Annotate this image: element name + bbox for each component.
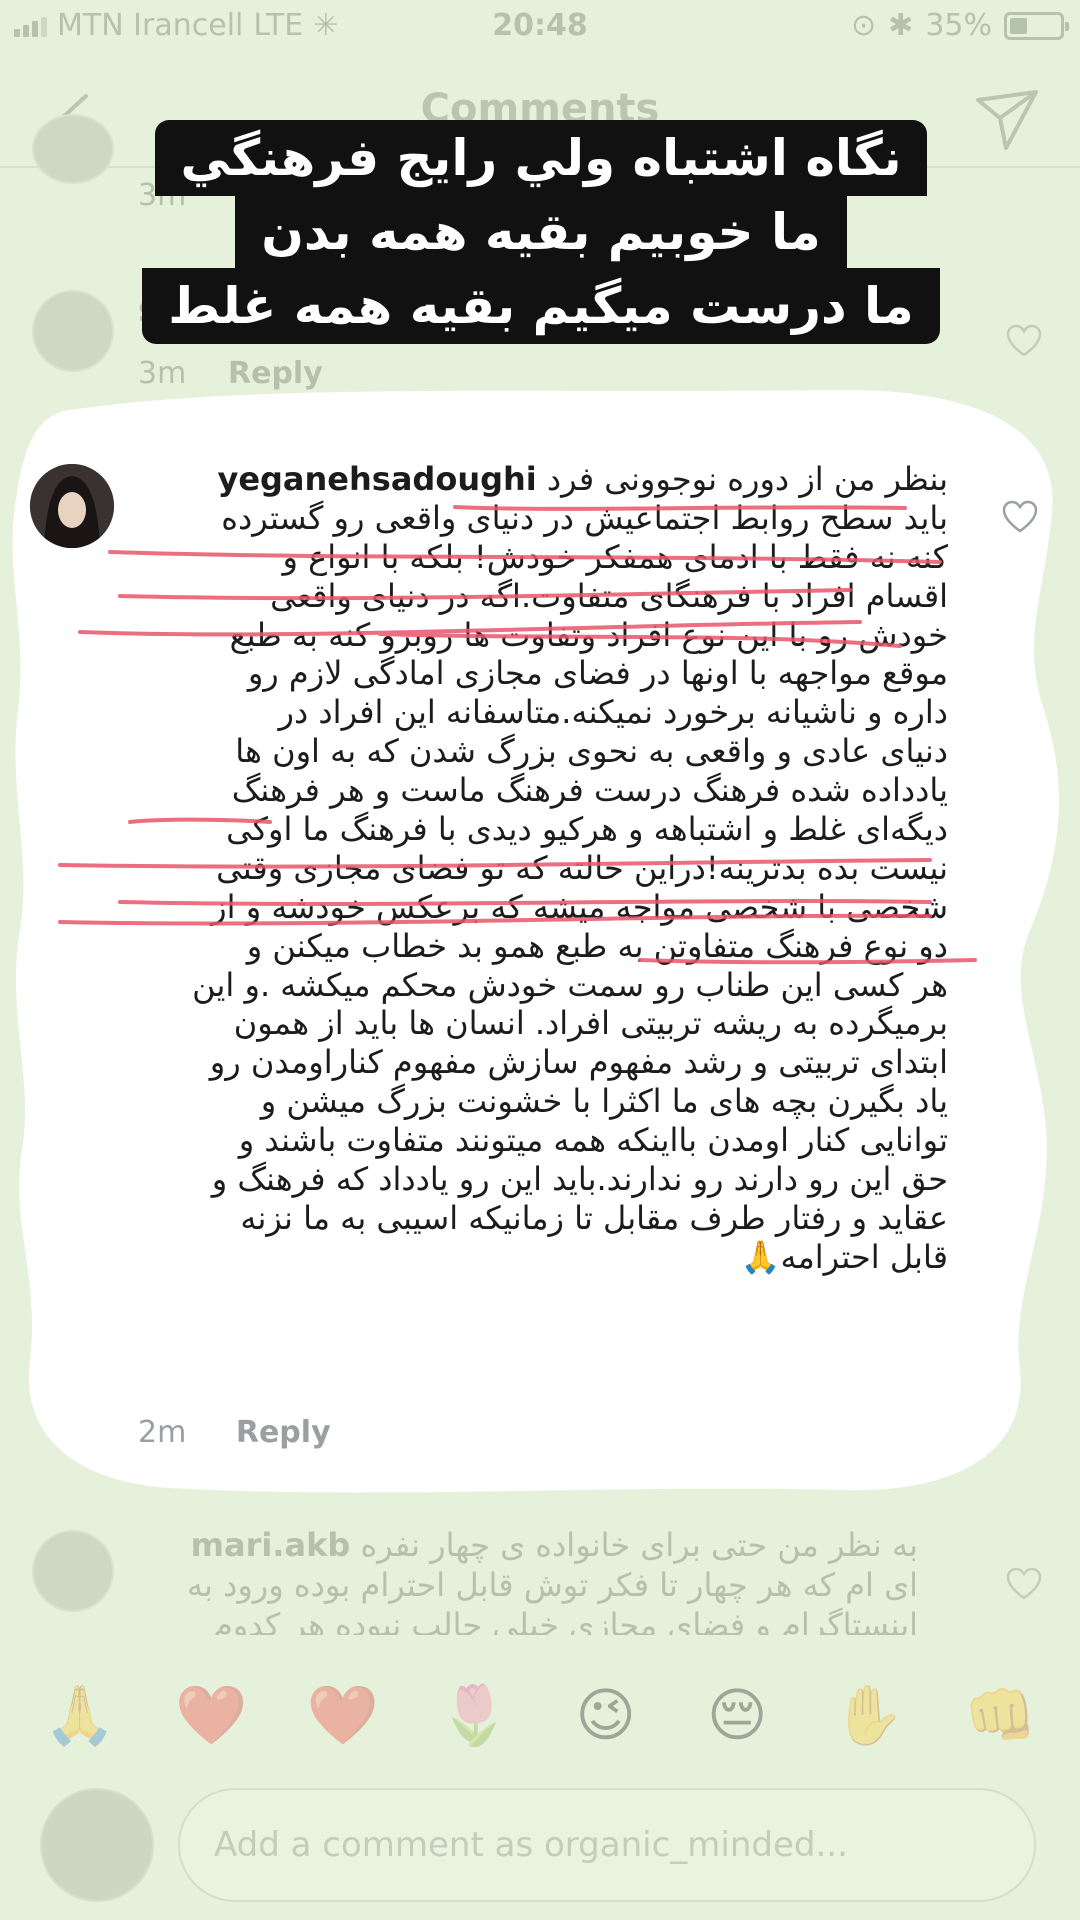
caption-line: نگاه اشتباه ولي رايج فرهنگي bbox=[154, 120, 928, 196]
comment-body-text: هر کسی این طناب رو سمت خودش محکم میکشه .… bbox=[192, 965, 948, 1004]
comment-body-text: حق این رو دارند رو ندارند.باید این رو یا… bbox=[211, 1160, 948, 1199]
comment-body-text: بنظر من از دوره نوجوونی فرد bbox=[546, 460, 948, 498]
comment-body-line: یادداده شده فرهنگ درست فرهنگ ماست و هر ف… bbox=[138, 771, 948, 810]
comment-body-text: دیگه‌ای غلط و اشتباهه و هرکیو دیدی با فر… bbox=[226, 810, 948, 849]
comment-body-line: عقاید و رفتار طرف مقابل تا زمانیکه اسیبی… bbox=[138, 1199, 948, 1238]
bluetooth-icon: ✱ bbox=[888, 8, 914, 43]
comment-body-line: ای ام که هر چهار تا فکر توش قابل احترام … bbox=[186, 1566, 918, 1604]
comment-username[interactable]: yeganehsadoughi bbox=[217, 460, 536, 498]
comment-text: بنظر من از دوره نوجوونی فرد yeganehsadou… bbox=[138, 460, 948, 1277]
comment-body-line: توانایی کنار اومدن بااینکه همه میتونند م… bbox=[138, 1121, 948, 1160]
comment-text: به نظر من حتی برای خانواده ی چهار نفره m… bbox=[138, 1525, 918, 1635]
avatar bbox=[40, 1788, 154, 1902]
comment-input[interactable] bbox=[178, 1788, 1036, 1902]
quick-emoji-button[interactable]: ✋ bbox=[824, 1665, 914, 1765]
comment-body-text: دنیای عادی و واقعی به نحوی بزرگ شدن که ب… bbox=[235, 732, 948, 771]
comment-body-line: کنه نه فقط با ادمای همفکر خودش! بلکه با … bbox=[138, 538, 948, 577]
heart-icon[interactable] bbox=[1006, 1567, 1042, 1601]
avatar[interactable] bbox=[32, 114, 114, 184]
heart-icon[interactable] bbox=[1006, 324, 1042, 358]
comment-body-text: توانایی کنار اومدن بااینکه همه میتونند م… bbox=[238, 1121, 948, 1160]
comment-body-text: اقسام افراد با فرهنگای متفاوت.اگه در دنی… bbox=[270, 576, 948, 615]
quick-emoji-button[interactable]: ❤️ bbox=[298, 1665, 388, 1765]
comment-body-text: برمیگرده به ریشه تربیتی افراد. انسان ها … bbox=[233, 1004, 948, 1043]
comment-body-text: یاد بگیرن بچه های ما اکثرا با خشونت بزرگ… bbox=[260, 1082, 948, 1121]
avatar[interactable] bbox=[30, 464, 114, 548]
comment-body-line: ابتدای تربیتی و رشد مفهوم سازش مفهوم کنا… bbox=[138, 1043, 948, 1082]
comment-body-line: به نظر من حتی برای خانواده ی چهار نفره bbox=[360, 1526, 918, 1564]
comment-body-line: داره و ناشیانه برخورد نمیکنه.متاسفانه ای… bbox=[138, 693, 948, 732]
orientation-lock-icon: ⊙ bbox=[851, 8, 877, 43]
comment-body-line: برمیگرده به ریشه تربیتی افراد. انسان ها … bbox=[138, 1004, 948, 1043]
comment-meta: 2m Reply bbox=[138, 1415, 331, 1450]
comment-body-line: باید سطح روابط اجتماعیش در دنیای واقعی ر… bbox=[138, 499, 948, 538]
comment-body-text: موقع مواجهه با اونها در فضای مجازی امادگ… bbox=[247, 654, 948, 693]
comment-body-text: باید سطح روابط اجتماعیش در دنیای واقعی ر… bbox=[221, 498, 948, 537]
comment-body-line: قابل احترامه🙏 bbox=[138, 1238, 948, 1277]
avatar[interactable] bbox=[32, 1530, 114, 1612]
quick-emoji-button[interactable]: 🙏 bbox=[35, 1665, 125, 1765]
faded-comment: به نظر من حتی برای خانواده ی چهار نفره m… bbox=[0, 1525, 1080, 1635]
story-caption: نگاه اشتباه ولي رايج فرهنگي ما خوبیم بقی… bbox=[142, 120, 940, 344]
comment-time: 3m bbox=[138, 356, 187, 391]
comment-body-text: عقاید و رفتار طرف مقابل تا زمانیکه اسیبی… bbox=[240, 1198, 948, 1237]
comment-time: 2m bbox=[138, 1415, 187, 1450]
comment-body-line: حق این رو دارند رو ندارند.باید این رو یا… bbox=[138, 1160, 948, 1199]
comment-body-line: خودش رو با این نوع افراد وتفاوت ها روبرو… bbox=[138, 616, 948, 655]
comment-body-line: بنظر من از دوره نوجوونی فرد yeganehsadou… bbox=[138, 460, 948, 499]
comment-body-text: ابتدای تربیتی و رشد مفهوم سازش مفهوم کنا… bbox=[209, 1043, 948, 1082]
comment-body-text: داره و ناشیانه برخورد نمیکنه.متاسفانه ای… bbox=[278, 693, 948, 732]
battery-icon bbox=[1004, 11, 1069, 40]
quick-emoji-button[interactable]: 🌷 bbox=[429, 1665, 519, 1765]
reply-button[interactable]: Reply bbox=[236, 1415, 331, 1450]
comment-username[interactable]: mari.akb bbox=[191, 1526, 351, 1564]
caption-line: ما خوبیم بقیه همه بدن bbox=[235, 194, 847, 270]
quick-emoji-bar: 🙏 ❤️ ❤️ 🌷 😉 😔 ✋ 👊 bbox=[0, 1665, 1080, 1765]
paper-plane-icon[interactable] bbox=[966, 78, 1046, 158]
comment-body-line: اینستاگرام و فضای مجازی خیلی جالب نبوده … bbox=[212, 1606, 918, 1635]
comment-body-line: هر کسی این طناب رو سمت خودش محکم میکشه .… bbox=[138, 966, 948, 1005]
comment-body-text: شخصی با شخصی مواجه میشه که برعکس خودشه و… bbox=[211, 887, 948, 926]
quick-emoji-button[interactable]: 😉 bbox=[561, 1665, 651, 1765]
battery-percent: 35% bbox=[925, 8, 992, 43]
heart-icon[interactable] bbox=[1002, 500, 1038, 534]
comment-body-text: قابل احترامه🙏 bbox=[740, 1237, 948, 1276]
quick-emoji-button[interactable]: 😔 bbox=[692, 1665, 782, 1765]
comment-body-line: شخصی با شخصی مواجه میشه که برعکس خودشه و… bbox=[138, 888, 948, 927]
comment-body-line: اقسام افراد با فرهنگای متفاوت.اگه در دنی… bbox=[138, 577, 948, 616]
status-bar: MTN Irancell LTE ✳ 20:48 ⊙ ✱ 35% bbox=[0, 0, 1080, 56]
comment-body-line: یاد بگیرن بچه های ما اکثرا با خشونت بزرگ… bbox=[138, 1082, 948, 1121]
comment-body-line: دنیای عادی و واقعی به نحوی بزرگ شدن که ب… bbox=[138, 732, 948, 771]
caption-line: ما درست میگیم بقیه همه غلط bbox=[142, 268, 940, 344]
avatar[interactable] bbox=[32, 290, 114, 372]
comment-body-line: دیگه‌ای غلط و اشتباهه و هرکیو دیدی با فر… bbox=[138, 810, 948, 849]
comment-body-text: یادداده شده فرهنگ درست فرهنگ ماست و هر ف… bbox=[231, 771, 948, 810]
quick-emoji-button[interactable]: ❤️ bbox=[166, 1665, 256, 1765]
comment-body-line: موقع مواجهه با اونها در فضای مجازی امادگ… bbox=[138, 654, 948, 693]
comment-composer bbox=[0, 1780, 1080, 1902]
comment-body-text: نیست بده بدترینه!دراین حالته که تو فضای … bbox=[216, 848, 948, 887]
quick-emoji-button[interactable]: 👊 bbox=[955, 1665, 1045, 1765]
reply-button[interactable]: Reply bbox=[228, 356, 323, 391]
comment-body-text: خودش رو با این نوع افراد وتفاوت ها روبرو… bbox=[229, 615, 948, 654]
comment-body-line: دو نوع فرهنگ متفاوتن به طبع همو بد خطاب … bbox=[138, 927, 948, 966]
comment-body-text: کنه نه فقط با ادمای همفکر خودش! بلکه با … bbox=[282, 537, 948, 576]
comment-body-text: دو نوع فرهنگ متفاوتن به طبع همو بد خطاب … bbox=[246, 926, 948, 965]
comment-body-line: نیست بده بدترینه!دراین حالته که تو فضای … bbox=[138, 849, 948, 888]
